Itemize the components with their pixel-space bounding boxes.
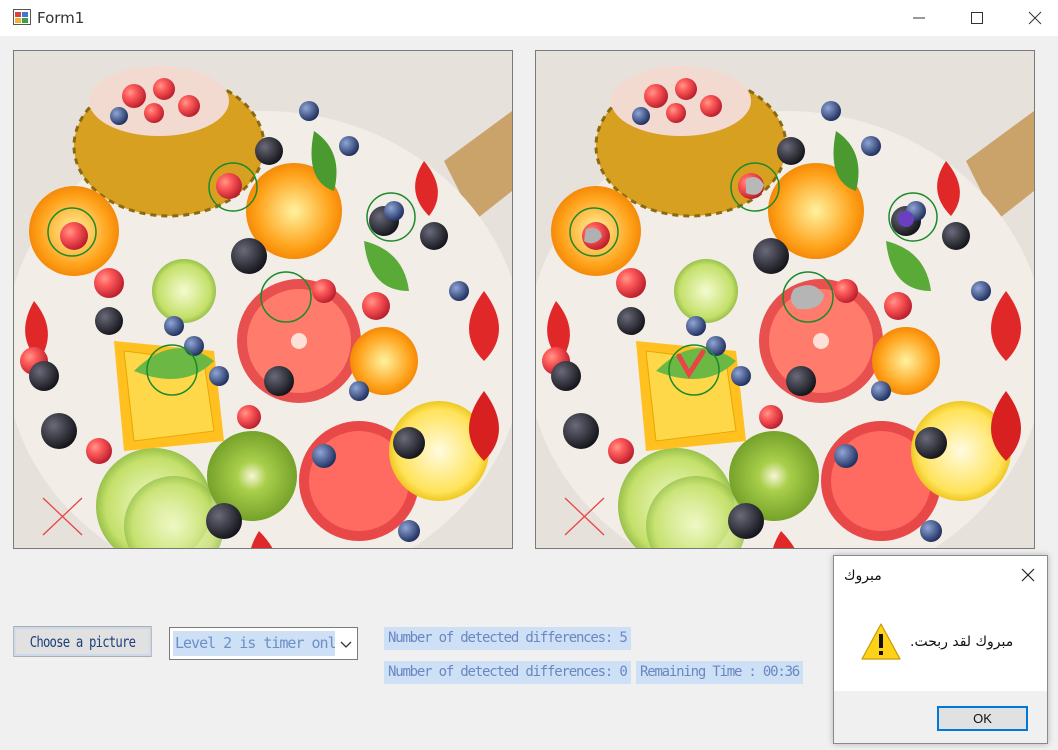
maximize-button[interactable] — [948, 0, 1006, 36]
dialog-title: مبروك — [844, 568, 882, 584]
choose-picture-button[interactable]: Choose a picture — [13, 626, 152, 657]
title-bar: Form1 — [0, 0, 1058, 36]
dialog-footer: OK — [834, 691, 1047, 743]
picture-modified[interactable] — [535, 50, 1035, 549]
detected-differences-label-2: Number of detected differences: 0 — [384, 661, 631, 684]
level-select-value: Level 2 is timer only. — [173, 631, 335, 656]
message-dialog: مبروك مبروك لقد ربحت. OK — [833, 555, 1048, 744]
warning-icon — [861, 623, 901, 660]
ok-button[interactable]: OK — [937, 706, 1028, 731]
dialog-message: مبروك لقد ربحت. — [910, 634, 1014, 650]
picture-original[interactable] — [13, 50, 513, 549]
minimize-icon — [913, 17, 925, 19]
close-icon — [1028, 11, 1042, 25]
level-select[interactable]: Level 2 is timer only. — [169, 627, 358, 660]
app-icon — [13, 9, 31, 25]
detected-differences-label-1: Number of detected differences: 5 — [384, 627, 631, 650]
remaining-time-label: Remaining Time : 00:36 — [636, 661, 804, 684]
maximize-icon — [971, 12, 983, 24]
minimize-button[interactable] — [890, 0, 948, 36]
window-title: Form1 — [37, 9, 85, 27]
close-button[interactable] — [1006, 0, 1058, 36]
close-icon[interactable] — [1019, 566, 1037, 584]
chevron-down-icon[interactable] — [339, 637, 353, 651]
